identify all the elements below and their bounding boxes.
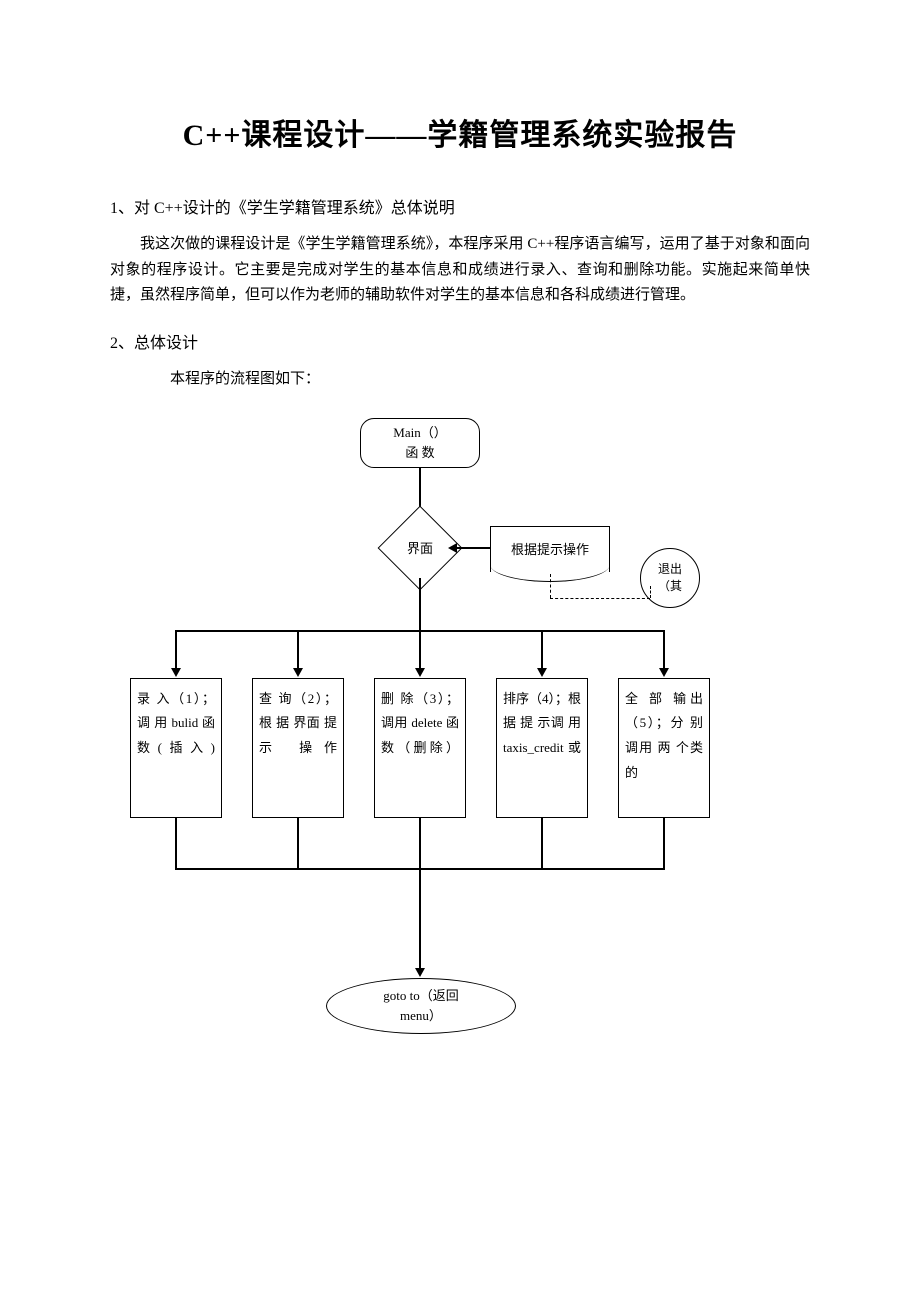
edge-to-p2 [297, 630, 299, 672]
node-proc-5-text: 全 部 输出（5）；分 别 调用 两 个类 的 [625, 687, 703, 786]
edge-p3-down [419, 818, 421, 868]
edge-ui-to-exit-v2 [650, 586, 651, 598]
section-2-heading: 2、总体设计 [110, 329, 810, 353]
node-exit-line1: 退出 [658, 561, 682, 578]
arrow-to-p2 [293, 668, 303, 677]
node-proc-1: 录 入（1）；调 用 bulid 函数(插入) [130, 678, 222, 818]
edge-to-p1 [175, 630, 177, 672]
node-proc-4: 排序（4）；根 据 提 示调 用 taxis_credit 或 [496, 678, 588, 818]
node-goto-terminator: goto to（返回 menu） [326, 978, 516, 1034]
node-proc-3-text: 删 除（3）；调用 delete 函数（删除） [381, 687, 459, 761]
edge-ui-to-exit-h [550, 598, 650, 599]
section-1-heading: 1、对 C++设计的《学生学籍管理系统》总体说明 [110, 194, 810, 218]
section-1-body: 我这次做的课程设计是《学生学籍管理系统》，本程序采用 C++程序语言编写，运用了… [110, 232, 810, 309]
node-prompt-label: 根据提示操作 [491, 527, 609, 558]
arrow-to-p5 [659, 668, 669, 677]
arrow-prompt-to-ui [448, 543, 457, 553]
edge-ui-to-exit-v [550, 574, 551, 598]
arrow-collector-to-goto [415, 968, 425, 977]
arrow-to-p1 [171, 668, 181, 677]
node-ui-decision: 界面 [390, 518, 450, 578]
node-exit-terminator: 退出 （其 [640, 548, 700, 608]
node-goto-line2: menu） [400, 1006, 442, 1026]
edge-p1-down [175, 818, 177, 868]
document-page: C++课程设计——学籍管理系统实验报告 1、对 C++设计的《学生学籍管理系统》… [0, 0, 920, 1138]
edge-p5-down [663, 818, 665, 868]
flowchart: Main（） 函 数 界面 根据提示操作 退出 （其 [110, 418, 810, 1078]
node-proc-2-text: 查 询（2）；根 据 界面 提 示 操作 [259, 687, 337, 761]
edge-ui-down [419, 578, 421, 630]
arrow-to-p4 [537, 668, 547, 677]
node-main-line2: 函 数 [405, 443, 434, 463]
node-proc-1-text: 录 入（1）；调 用 bulid 函数(插入) [137, 687, 215, 761]
node-prompt-document: 根据提示操作 [490, 526, 610, 572]
node-ui-decision-label: 界面 [407, 538, 433, 557]
node-main-line1: Main（） [393, 423, 446, 443]
node-main-terminator: Main（） 函 数 [360, 418, 480, 468]
node-proc-3: 删 除（3）；调用 delete 函数（删除） [374, 678, 466, 818]
edge-to-p4 [541, 630, 543, 672]
edge-to-p5 [663, 630, 665, 672]
edge-p2-down [297, 818, 299, 868]
edge-collector-to-goto [419, 868, 421, 972]
node-proc-5: 全 部 输出（5）；分 别 调用 两 个类 的 [618, 678, 710, 818]
node-exit-line2: （其 [658, 578, 682, 595]
edge-to-p3 [419, 630, 421, 672]
node-proc-4-text: 排序（4）；根 据 提 示调 用 taxis_credit 或 [503, 687, 581, 761]
node-goto-line1: goto to（返回 [383, 986, 458, 1006]
edge-p4-down [541, 818, 543, 868]
arrow-to-p3 [415, 668, 425, 677]
flow-intro: 本程序的流程图如下： [110, 367, 810, 388]
page-title: C++课程设计——学籍管理系统实验报告 [110, 110, 810, 154]
node-proc-2: 查 询（2）；根 据 界面 提 示 操作 [252, 678, 344, 818]
